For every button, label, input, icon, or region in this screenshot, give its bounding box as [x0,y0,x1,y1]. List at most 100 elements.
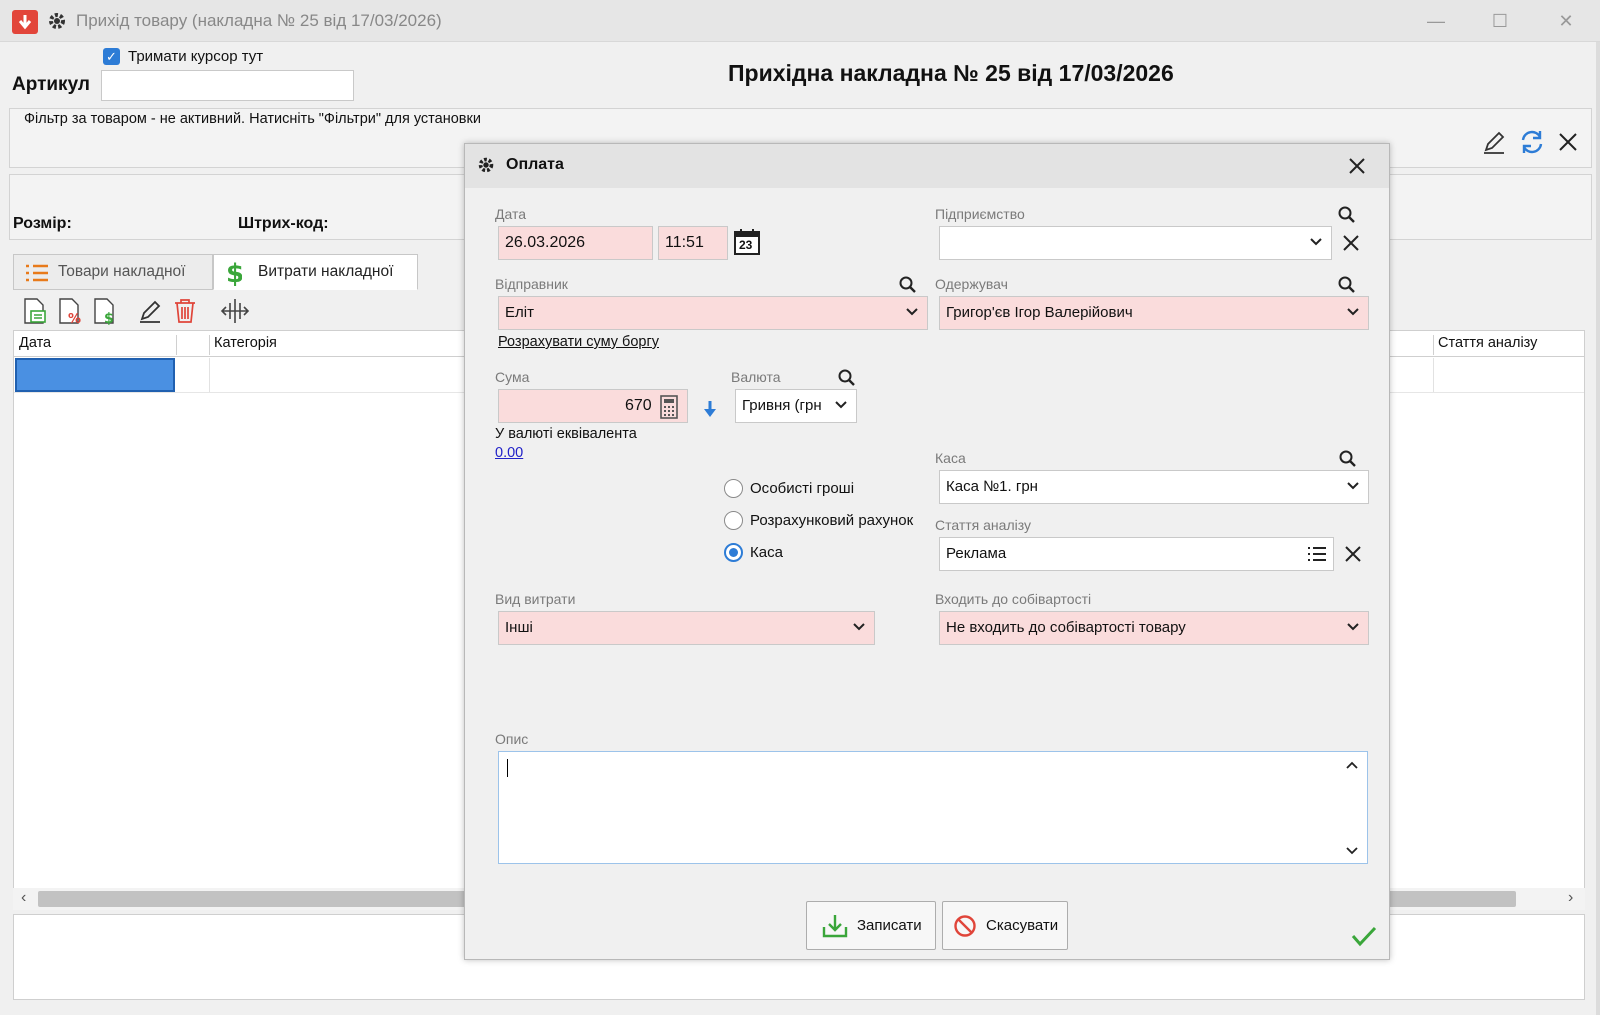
date-input[interactable]: 26.03.2026 [498,226,653,260]
cashbox-select[interactable]: Каса №1. грн [939,470,1369,504]
dollar-document-icon[interactable]: $ [90,297,118,327]
chevron-down-icon [834,397,848,411]
radio-settlement-account[interactable] [724,511,743,530]
tab-expenses-label: Витрати накладної [258,263,394,280]
edit-row-icon[interactable] [136,297,164,325]
equivalent-value-link[interactable]: 0.00 [495,445,523,461]
cost-inclusion-label: Входить до собівартості [935,591,1092,607]
gear-icon[interactable] [46,10,68,32]
cost-inclusion-select[interactable]: Не входить до собівартості товару [939,611,1369,645]
equivalent-label: У валюті еквівалента [495,426,637,442]
close-filter-icon[interactable] [1556,130,1580,154]
chevron-down-icon [1347,623,1359,631]
svg-text:$: $ [104,311,114,325]
columns-icon[interactable] [220,297,250,325]
sum-input[interactable]: 670 [498,389,688,423]
calendar-icon[interactable]: 23 [733,228,761,256]
svg-text:$: $ [226,259,242,287]
expense-type-select[interactable]: Інші [498,611,875,645]
column-header-date[interactable]: Дата [19,335,51,351]
sender-select[interactable]: Еліт [498,296,928,330]
currency-label: Валюта [731,369,781,385]
add-document-icon[interactable] [20,297,48,325]
arrow-down-icon[interactable] [703,400,717,418]
scroll-up-icon[interactable] [1345,760,1359,770]
radio-cash-label: Каса [750,544,783,561]
close-window-icon[interactable]: ✕ [1546,8,1586,34]
keep-cursor-checkbox[interactable]: ✓ [103,48,120,65]
tab-goods[interactable]: Товари накладної [13,254,213,290]
cancel-button[interactable]: Скасувати [942,901,1068,950]
cashbox-label: Каса [935,450,966,466]
list-picker-icon[interactable] [1307,546,1327,562]
maximize-icon[interactable]: ☐ [1480,8,1520,34]
radio-personal-money-label: Особисті гроші [750,480,855,497]
recipient-label: Одержувач [935,276,1008,292]
description-label: Опис [495,731,529,747]
sender-label: Відправник [495,276,568,292]
chevron-down-icon [1347,482,1359,490]
chevron-down-icon [906,308,918,316]
cashbox-search-icon[interactable] [1339,450,1357,468]
column-header-analysis[interactable]: Стаття аналізу [1438,335,1537,351]
dialog-close-icon[interactable] [1347,156,1367,176]
selected-cell[interactable] [15,358,175,392]
minimize-icon[interactable]: — [1416,8,1456,34]
currency-search-icon[interactable] [838,369,856,387]
expense-type-label: Вид витрати [495,591,576,607]
radio-cash[interactable] [724,543,743,562]
article-label: Артикул [12,74,90,95]
article-input[interactable] [101,70,354,101]
barcode-label: Штрих-код: [238,215,329,232]
scroll-left-icon[interactable]: ‹ [21,889,26,907]
payment-dialog: Оплата Дата 26.03.2026 11:51 23 Підприєм… [464,143,1390,960]
chevron-down-icon [1347,308,1359,316]
enterprise-clear-icon[interactable] [1342,234,1360,252]
edit-icon[interactable] [1480,128,1508,156]
calculate-debt-link[interactable]: Розрахувати суму боргу [498,334,659,350]
save-button[interactable]: Записати [806,901,936,950]
filter-status-text: Фільтр за товаром - не активний. Натисні… [24,111,481,127]
recipient-search-icon[interactable] [1338,276,1356,294]
enterprise-label: Підприємство [935,206,1025,222]
download-icon [822,915,848,938]
chevron-down-icon [1310,238,1322,246]
title-bar: Прихід товару (накладна № 25 від 17/03/2… [0,0,1600,42]
radio-personal-money[interactable] [724,479,743,498]
analysis-article-input[interactable]: Реклама [939,537,1334,571]
scroll-right-icon[interactable]: › [1568,889,1573,907]
radio-settlement-account-label: Розрахунковий рахунок [750,512,914,529]
tab-goods-label: Товари накладної [58,263,186,280]
size-label: Розмір: [13,215,72,232]
calculator-icon[interactable] [659,395,679,419]
cancel-icon [954,915,976,937]
keep-cursor-label: Тримати курсор тут [128,48,264,65]
scroll-down-icon[interactable] [1345,846,1359,856]
sum-label: Сума [495,369,530,385]
delete-icon[interactable] [172,297,198,325]
confirm-check-icon[interactable] [1351,925,1377,947]
currency-select[interactable]: Гривня (грн [735,389,857,423]
analysis-clear-icon[interactable] [1344,545,1362,563]
column-header-category[interactable]: Категорія [214,335,277,351]
svg-text:%: % [68,312,81,325]
document-title: Прихідна накладна № 25 від 17/03/2026 [728,60,1174,86]
time-input[interactable]: 11:51 [658,226,728,260]
dialog-gear-icon [476,155,496,175]
enterprise-select[interactable] [939,226,1332,260]
enterprise-search-icon[interactable] [1338,206,1356,224]
window-title: Прихід товару (накладна № 25 від 17/03/2… [76,11,442,30]
analysis-article-label: Стаття аналізу [935,517,1031,533]
refresh-icon[interactable] [1518,128,1546,156]
text-cursor [507,759,508,777]
chevron-down-icon [853,623,865,631]
app-icon [12,10,38,34]
date-label: Дата [495,206,527,222]
tab-expenses[interactable]: $ Витрати накладної [213,254,418,290]
dialog-title: Оплата [506,156,564,173]
dollar-icon: $ [226,259,242,287]
description-textarea[interactable] [498,751,1368,864]
sender-search-icon[interactable] [899,276,917,294]
percent-document-icon[interactable]: % [55,297,83,327]
recipient-select[interactable]: Григор'єв Ігор Валерійович [939,296,1369,330]
